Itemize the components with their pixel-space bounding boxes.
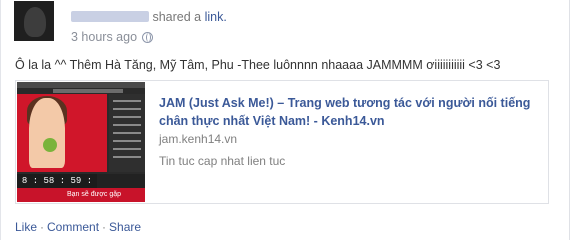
post-timestamp[interactable]: 3 hours ago <box>71 30 137 44</box>
globe-icon[interactable] <box>142 32 154 43</box>
thumb-nav <box>53 89 123 93</box>
apple-icon <box>43 138 57 152</box>
thumb-timer-bg <box>97 174 145 188</box>
comment-link[interactable]: Comment <box>47 220 99 234</box>
action-separator: · <box>40 220 45 234</box>
shared-link-preview[interactable]: 8 : 58 : 59 : 28 Bạn sẽ được gặp JAM (Ju… <box>15 80 549 204</box>
post-header: shared a link. <box>71 10 227 24</box>
author-name[interactable] <box>71 11 149 22</box>
like-link[interactable]: Like <box>15 220 37 234</box>
status-text: Ô la la ^^ Thêm Hà Tăng, Mỹ Tâm, Phu -Th… <box>15 58 501 72</box>
action-separator: · <box>102 220 107 234</box>
action-text: shared a <box>152 10 202 24</box>
post-timestamp-row: 3 hours ago <box>71 30 154 44</box>
thumb-sidebar <box>109 94 145 172</box>
shared-link-title[interactable]: JAM (Just Ask Me!) – Trang web tương tác… <box>159 94 534 130</box>
author-avatar[interactable] <box>14 1 54 41</box>
shared-link-description: Tin tuc cap nhat lien tuc <box>159 154 286 168</box>
avatar-silhouette <box>24 7 46 37</box>
thumb-person <box>29 98 65 168</box>
thumb-topbar <box>17 82 145 88</box>
share-link[interactable]: Share <box>109 220 141 234</box>
link-thumbnail[interactable]: 8 : 58 : 59 : 28 Bạn sẽ được gặp <box>17 82 145 202</box>
thumb-caption: Bạn sẽ được gặp <box>17 188 145 202</box>
post-actions: Like · Comment · Share <box>15 220 141 234</box>
shared-link-domain: jam.kenh14.vn <box>159 132 238 146</box>
thumb-timer: 8 : 58 : 59 : 28 <box>17 174 97 200</box>
action-link[interactable]: link. <box>205 10 227 24</box>
post-card: shared a link. 3 hours ago Ô la la ^^ Th… <box>0 0 570 240</box>
